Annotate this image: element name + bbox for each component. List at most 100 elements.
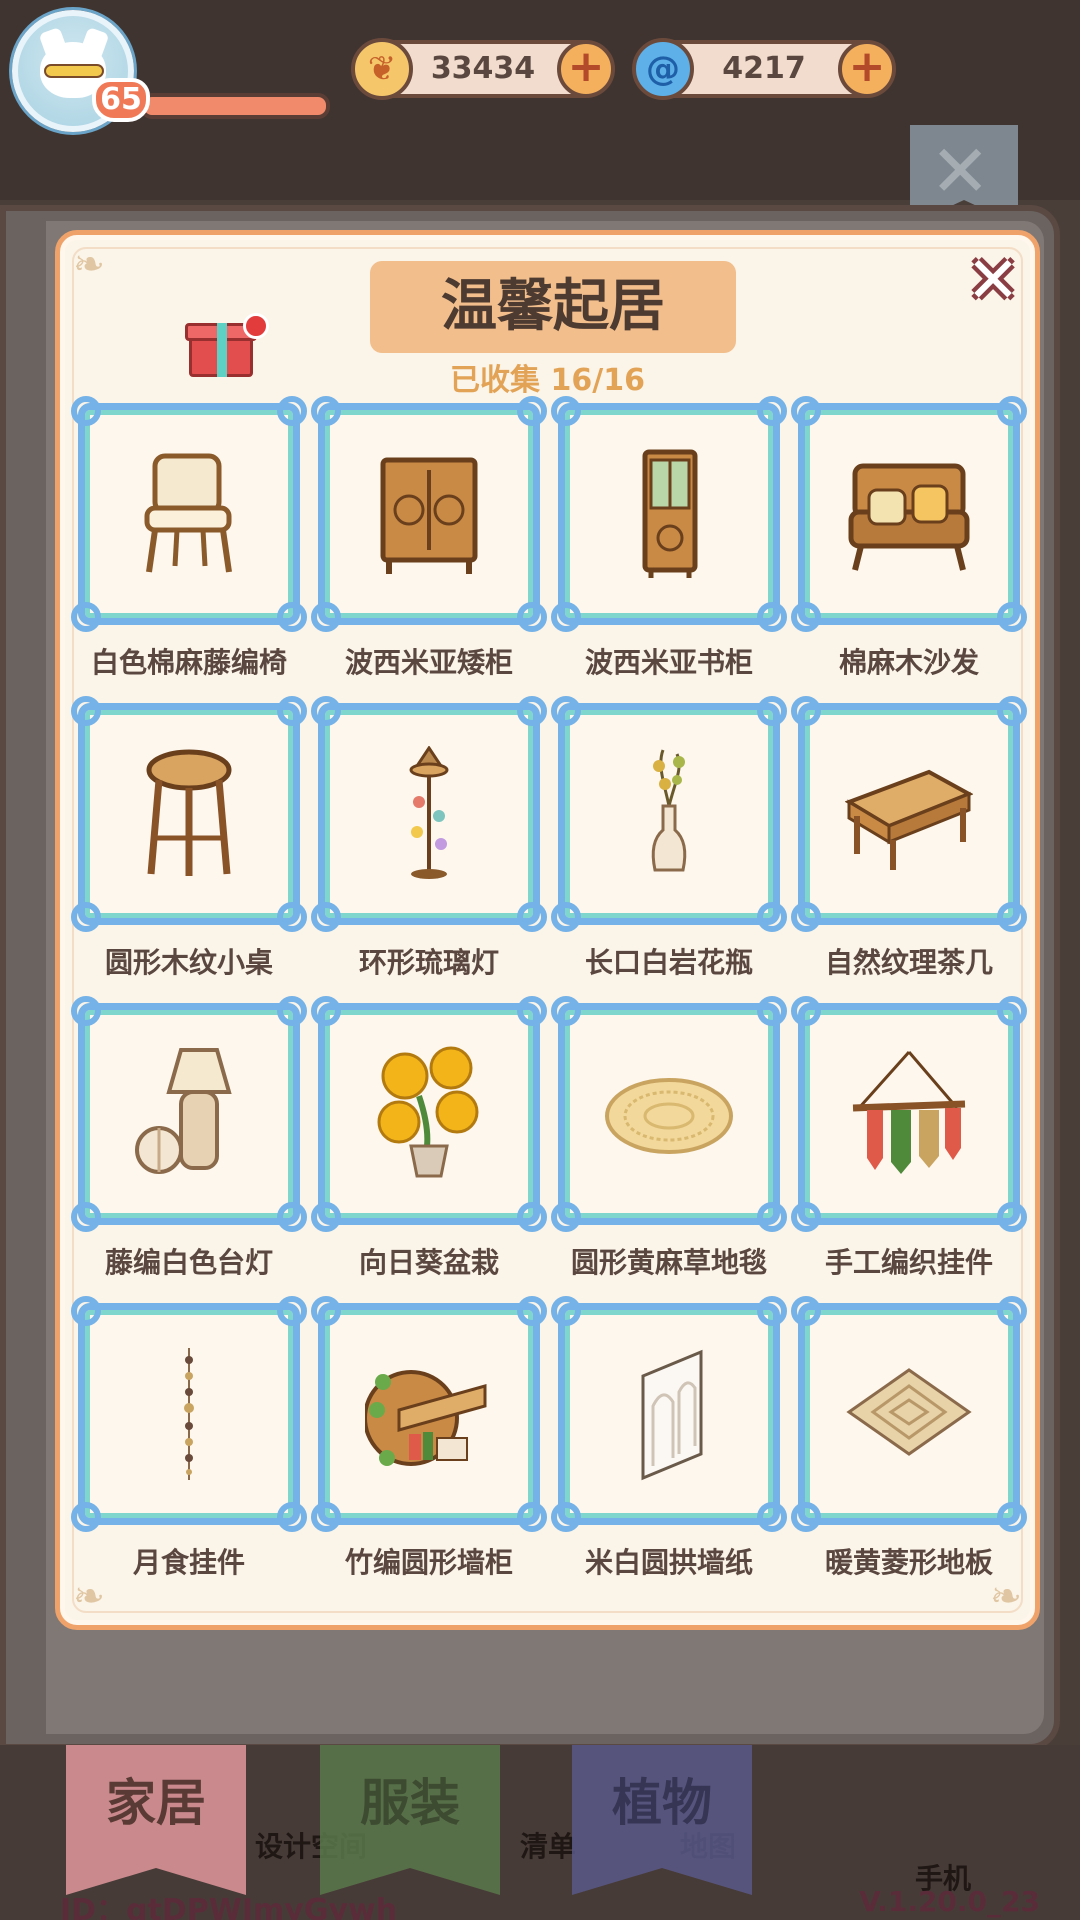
- bow-ornament-icon: [71, 1202, 101, 1232]
- item-frame: [71, 396, 307, 632]
- gem-counter: @ 4217 +: [632, 38, 896, 100]
- bow-ornament-icon: [551, 1202, 581, 1232]
- bow-ornament-icon: [277, 696, 307, 726]
- bow-ornament-icon: [277, 602, 307, 632]
- item-frame: [791, 1296, 1027, 1532]
- bow-ornament-icon: [517, 1296, 547, 1326]
- bow-ornament-icon: [517, 1202, 547, 1232]
- bow-ornament-icon: [277, 1202, 307, 1232]
- item-frame: [551, 1296, 787, 1532]
- bow-ornament-icon: [997, 1502, 1027, 1532]
- swirl-gem-icon: @: [632, 38, 694, 100]
- collection-panel: ❧ ❧ ❧ 温馨起居 ✕ 已收集 16/16 白色棉麻藤编椅 波西米亚矮柜 波西…: [55, 230, 1040, 1630]
- item-label: 向日葵盆栽: [358, 1246, 499, 1279]
- item-frame: [791, 696, 1027, 932]
- bow-ornament-icon: [791, 996, 821, 1026]
- add-coin-button[interactable]: +: [557, 40, 615, 98]
- bow-ornament-icon: [277, 1296, 307, 1326]
- item-label: 波西米亚书柜: [584, 646, 753, 679]
- bow-ornament-icon: [277, 1502, 307, 1532]
- bow-ornament-icon: [71, 996, 101, 1026]
- eclipse-hanging-icon: [184, 1348, 194, 1480]
- item-label: 暖黄菱形地板: [824, 1546, 993, 1579]
- item-frame: [551, 996, 787, 1232]
- vase-icon: [651, 749, 687, 872]
- bow-ornament-icon: [791, 396, 821, 426]
- bow-ornament-icon: [997, 696, 1027, 726]
- desk-lamp-icon: [135, 1048, 232, 1174]
- tea-table-icon: [845, 769, 973, 870]
- tab-clothing[interactable]: 服装: [320, 1745, 500, 1895]
- bow-ornament-icon: [71, 1502, 101, 1532]
- item-label: 自然纹理茶几: [824, 946, 993, 979]
- notification-dot: [243, 313, 269, 339]
- bow-ornament-icon: [71, 602, 101, 632]
- wallpaper-icon: [641, 1349, 703, 1481]
- rug-icon: [605, 1078, 733, 1154]
- tab-plants[interactable]: 植物: [572, 1745, 752, 1895]
- bow-ornament-icon: [791, 602, 821, 632]
- xp-bar: [140, 93, 330, 119]
- item-frame: [71, 996, 307, 1232]
- bow-ornament-icon: [311, 696, 341, 726]
- item-frame: [551, 696, 787, 932]
- item-label: 环形琉璃灯: [358, 946, 499, 979]
- bow-ornament-icon: [551, 1502, 581, 1532]
- lamp-icon: [409, 746, 449, 879]
- bow-ornament-icon: [517, 1502, 547, 1532]
- item-label: 波西米亚矮柜: [344, 646, 513, 679]
- bookcase-icon: [642, 449, 698, 578]
- bow-ornament-icon: [551, 396, 581, 426]
- bow-ornament-icon: [791, 1296, 821, 1326]
- add-gem-button[interactable]: +: [838, 40, 896, 98]
- wall-shelf-icon: [365, 1370, 487, 1466]
- bow-ornament-icon: [517, 602, 547, 632]
- item-label: 月食挂件: [132, 1546, 245, 1579]
- bow-ornament-icon: [277, 996, 307, 1026]
- tab-home[interactable]: 家居: [66, 1745, 246, 1895]
- bow-ornament-icon: [517, 902, 547, 932]
- bow-ornament-icon: [517, 696, 547, 726]
- bow-ornament-icon: [791, 1502, 821, 1532]
- item-frame: [791, 396, 1027, 632]
- bow-ornament-icon: [71, 1296, 101, 1326]
- item-frame: [311, 696, 547, 932]
- bow-ornament-icon: [311, 1202, 341, 1232]
- bow-ornament-icon: [551, 902, 581, 932]
- floor-tile-icon: [846, 1368, 972, 1456]
- leaf-coin-icon: ❦: [351, 38, 413, 100]
- item-label: 藤编白色台灯: [104, 1246, 273, 1279]
- bow-ornament-icon: [71, 696, 101, 726]
- bow-ornament-icon: [277, 396, 307, 426]
- item-label: 米白圆拱墙纸: [584, 1546, 753, 1579]
- item-label: 棉麻木沙发: [838, 646, 979, 679]
- bow-ornament-icon: [311, 602, 341, 632]
- bow-ornament-icon: [71, 396, 101, 426]
- bow-ornament-icon: [757, 396, 787, 426]
- bow-ornament-icon: [311, 996, 341, 1026]
- bow-ornament-icon: [551, 996, 581, 1026]
- item-label: 圆形黄麻草地毯: [570, 1246, 767, 1279]
- close-icon[interactable]: ✕: [963, 249, 1023, 313]
- tab-label: 家居: [106, 1774, 206, 1832]
- bow-ornament-icon: [517, 996, 547, 1026]
- bow-ornament-icon: [791, 902, 821, 932]
- avatar-glasses: [44, 64, 104, 78]
- bow-ornament-icon: [277, 902, 307, 932]
- nav-list[interactable]: 清单: [520, 1825, 576, 1865]
- bow-ornament-icon: [757, 996, 787, 1026]
- bow-ornament-icon: [311, 1296, 341, 1326]
- sunflower-icon: [377, 1046, 479, 1178]
- item-label: 手工编织挂件: [824, 1246, 993, 1279]
- bow-ornament-icon: [757, 602, 787, 632]
- item-frame: [311, 396, 547, 632]
- bow-ornament-icon: [311, 902, 341, 932]
- coin-value: 33434: [430, 51, 536, 86]
- bow-ornament-icon: [551, 696, 581, 726]
- bow-ornament-icon: [791, 1202, 821, 1232]
- woven-hanging-icon: [852, 1051, 966, 1174]
- item-frame: [551, 396, 787, 632]
- bottom-nav: 设计空间 清单 地图 手机 家居 服装 植物 ID：qtDPWJmyGywh V…: [0, 1745, 1080, 1920]
- item-label: 竹编圆形墙柜: [344, 1546, 513, 1579]
- item-label: 圆形木纹小桌: [104, 946, 273, 979]
